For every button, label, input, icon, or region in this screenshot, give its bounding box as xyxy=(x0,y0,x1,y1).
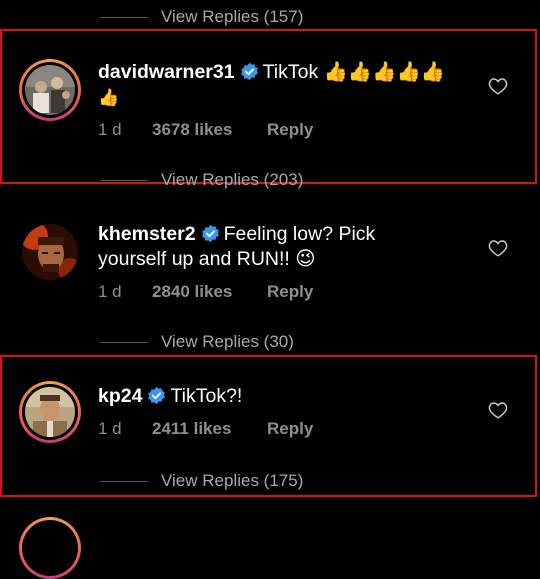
heart-outline-icon[interactable] xyxy=(488,77,508,95)
view-replies-link[interactable]: View Replies (175) xyxy=(100,471,360,493)
heart-outline-icon[interactable] xyxy=(488,401,508,419)
comment-meta: 1 d 2840 likes Reply xyxy=(98,282,358,304)
comment-meta: 1 d 2411 likes Reply xyxy=(98,419,358,441)
comment-username[interactable]: khemster2 xyxy=(98,223,196,245)
comment-age: 1 d xyxy=(98,419,122,438)
comment-text: Feeling low? Pick xyxy=(223,223,376,245)
view-replies-link[interactable]: View Replies (203) xyxy=(100,170,360,192)
comment-body: khemster2 Feeling low? Pick yourself up a… xyxy=(98,222,468,272)
avatar-story-ring[interactable] xyxy=(19,59,81,121)
view-replies-link[interactable]: View Replies (30) xyxy=(100,332,360,354)
comment-username[interactable]: kp24 xyxy=(98,385,142,407)
replies-divider xyxy=(100,481,148,482)
likes-count[interactable]: 3678 likes xyxy=(152,120,232,140)
replies-divider xyxy=(100,342,148,343)
comment-meta: 1 d 3678 likes Reply xyxy=(98,120,358,142)
comment-body: davidwarner31 TikTok 👍👍👍👍👍 👍 xyxy=(98,60,468,110)
verified-badge-icon xyxy=(201,224,219,243)
avatar[interactable] xyxy=(22,224,78,280)
avatar xyxy=(25,387,75,437)
verified-badge-icon xyxy=(148,386,166,405)
view-replies-link[interactable]: View Replies (157) xyxy=(100,7,360,29)
comment-text: TikTok?! xyxy=(170,385,243,407)
avatar xyxy=(25,65,75,115)
likes-count[interactable]: 2411 likes xyxy=(152,419,231,439)
reply-button[interactable]: Reply xyxy=(267,120,313,140)
view-replies-label: View Replies (175) xyxy=(161,471,304,490)
comment-age: 1 d xyxy=(98,282,122,301)
comment-body: kp24 TikTok?! xyxy=(98,384,468,409)
comment-text-continued: 👍 xyxy=(98,88,120,107)
comment-text-continued: yourself up and RUN!! 😉 xyxy=(98,248,316,270)
replies-divider xyxy=(100,17,148,18)
avatar-story-ring[interactable] xyxy=(19,381,81,443)
replies-divider xyxy=(100,180,148,181)
view-replies-label: View Replies (203) xyxy=(161,170,304,189)
heart-outline-icon[interactable] xyxy=(488,239,508,257)
avatar-story-ring[interactable] xyxy=(19,517,81,579)
likes-count[interactable]: 2840 likes xyxy=(152,282,232,302)
view-replies-label: View Replies (30) xyxy=(161,332,294,351)
verified-badge-icon xyxy=(240,62,258,81)
reply-button[interactable]: Reply xyxy=(267,282,313,302)
comment-age: 1 d xyxy=(98,120,122,139)
comment-username[interactable]: davidwarner31 xyxy=(98,61,235,83)
view-replies-label: View Replies (157) xyxy=(161,7,304,26)
reply-button[interactable]: Reply xyxy=(267,419,313,439)
comment-text: TikTok 👍👍👍👍👍 xyxy=(262,61,446,83)
